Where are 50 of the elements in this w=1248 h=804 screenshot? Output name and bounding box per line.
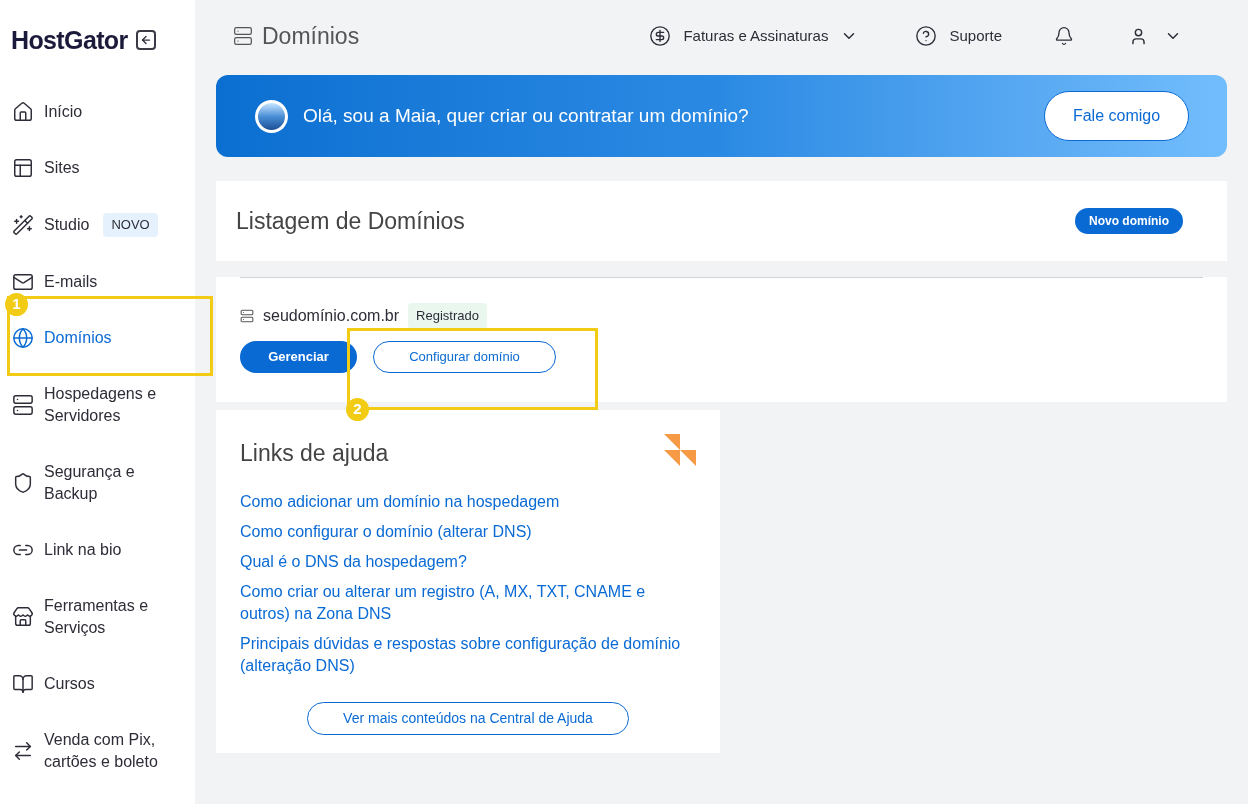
book-icon — [12, 673, 34, 695]
manage-button[interactable]: Gerenciar — [240, 340, 357, 373]
sidebar-item[interactable]: Venda com Pix, cartões e boleto — [12, 729, 187, 773]
banner-text: Olá, sou a Maia, quer criar ou contratar um domínio? — [303, 103, 750, 128]
sidebar-item[interactable]: Cursos — [12, 673, 187, 695]
sidebar-item[interactable]: E-mails — [12, 271, 187, 293]
help-link[interactable]: Principais dúvidas e respostas sobre configuração de domínio (alteração DNS) — [240, 632, 690, 677]
sidebar-item[interactable]: Hospedagens e Servidores — [12, 383, 187, 427]
chat-button[interactable]: Fale comigo — [1044, 91, 1189, 141]
sidebar-item[interactable]: Sites — [12, 157, 187, 179]
sidebar-item[interactable]: Domínios — [12, 327, 187, 349]
help-icon — [915, 25, 938, 47]
logo: HostGator — [11, 26, 128, 54]
mail-icon — [12, 271, 34, 293]
domain-name: seudomínio.com.br — [263, 305, 400, 326]
status-badge: Registrado — [408, 303, 487, 329]
wand-icon — [12, 214, 34, 236]
sidebar-item[interactable]: Início — [12, 101, 187, 123]
notifications-button[interactable] — [1054, 26, 1074, 46]
help-link[interactable]: Como configurar o domínio (alterar DNS) — [240, 520, 690, 543]
new-badge: NOVO — [103, 213, 158, 237]
layout-icon — [12, 157, 34, 179]
sidebar-item[interactable]: Ferramentas e Serviços — [12, 595, 187, 639]
shield-icon — [12, 472, 34, 494]
sidebar-item[interactable]: Studio NOVO — [12, 213, 187, 237]
triangles-icon — [664, 434, 696, 466]
sidebar-item[interactable]: Link na bio — [12, 539, 187, 561]
server-icon — [240, 308, 254, 323]
help-link[interactable]: Como adicionar um domínio na hospedagem — [240, 490, 690, 513]
bell-icon — [1054, 26, 1074, 46]
help-link[interactable]: Qual é o DNS da hospedagem? — [240, 550, 690, 573]
page-title: Domínios — [262, 21, 360, 51]
help-link[interactable]: Como criar ou alterar um registro (A, MX, TXT, CNAME e outros) na Zona DNS — [240, 580, 690, 625]
arrow-left-icon — [139, 34, 152, 46]
user-icon — [1129, 26, 1148, 46]
collapse-button[interactable] — [135, 30, 156, 50]
new-domain-button[interactable]: Novo domínio — [1075, 208, 1183, 234]
sidebar-item[interactable]: Segurança e Backup — [12, 461, 187, 505]
support-link[interactable]: Suporte — [915, 24, 1002, 48]
assistant-avatar-icon — [255, 99, 288, 133]
globe-icon — [12, 327, 34, 349]
listing-title: Listagem de Domínios — [236, 206, 466, 236]
server-icon — [233, 26, 253, 46]
help-title: Links de ajuda — [240, 439, 389, 468]
billing-menu[interactable]: Faturas e Assinaturas — [649, 24, 859, 48]
transfer-icon — [12, 740, 34, 762]
store-icon — [12, 606, 34, 628]
dollar-icon — [649, 25, 672, 47]
server-icon — [12, 394, 34, 416]
house-icon — [12, 101, 34, 123]
